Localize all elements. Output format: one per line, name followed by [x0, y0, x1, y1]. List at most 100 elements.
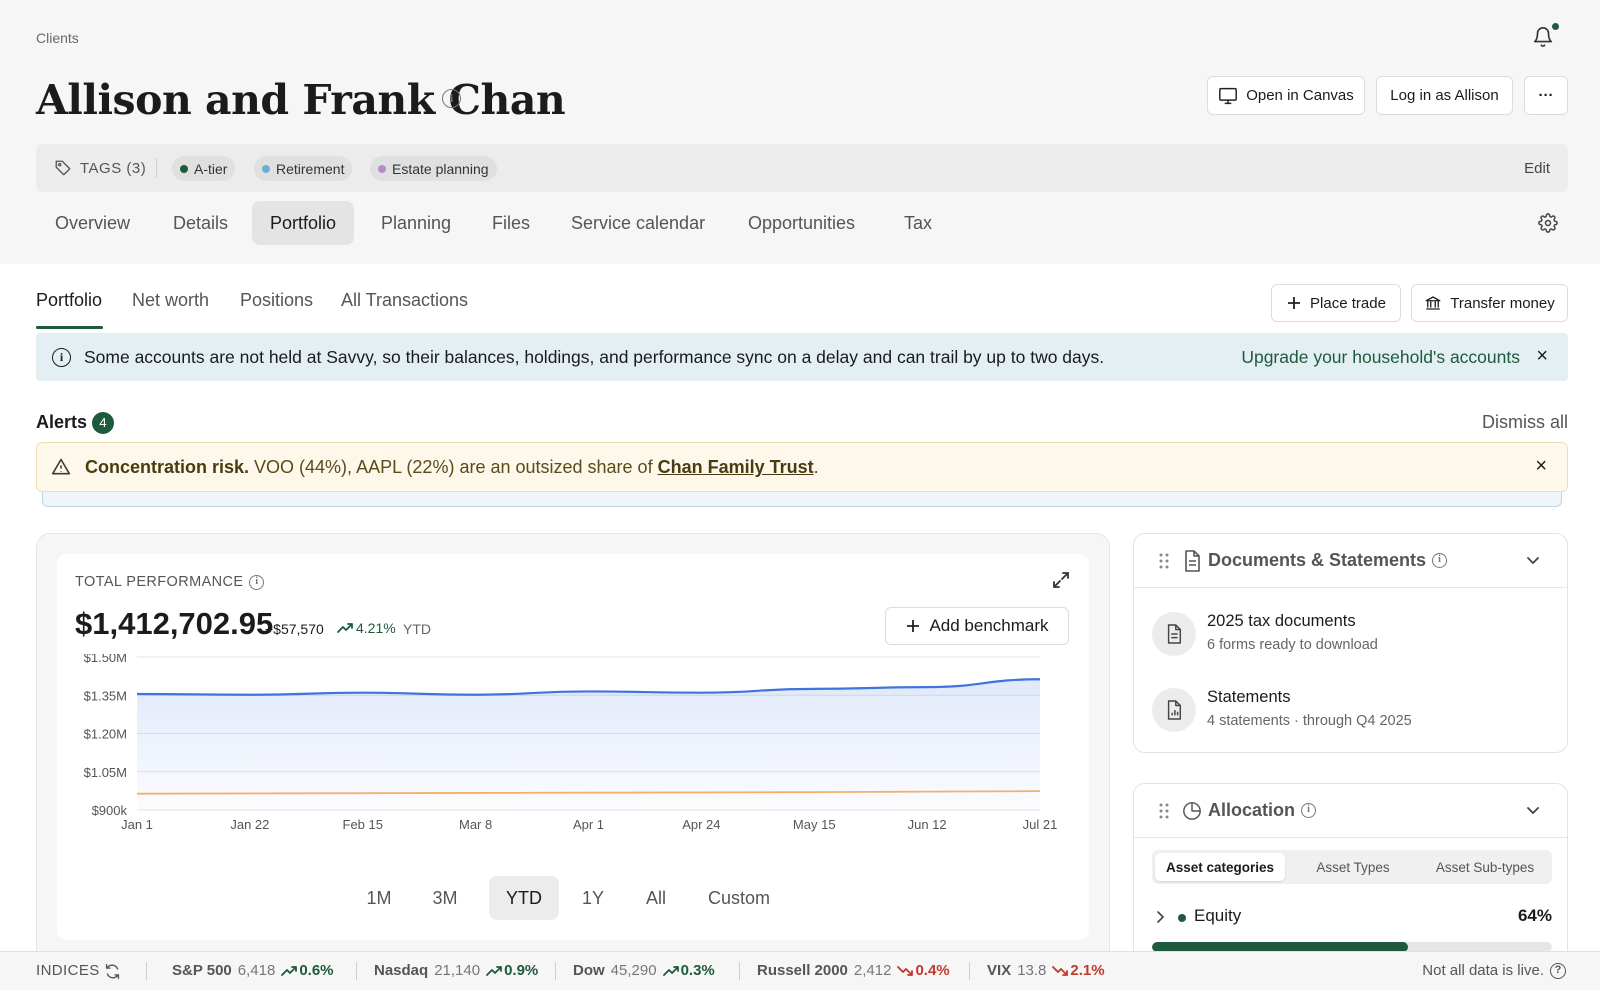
divider [969, 962, 970, 980]
tags-label: TAGS (3) [54, 159, 146, 177]
chevron-down-icon[interactable] [1525, 552, 1541, 568]
performance-card: TOTAL PERFORMANCE i $1,412,702.95 +$57,57… [57, 554, 1089, 940]
x-tick-label: Jul 21 [1023, 817, 1058, 832]
close-icon[interactable]: × [1535, 455, 1547, 478]
data-live-note: Not all data is live.? [1422, 962, 1566, 979]
monitor-icon [1219, 87, 1238, 104]
divider [156, 158, 157, 178]
info-icon[interactable]: i [249, 574, 265, 590]
document-title: Statements [1207, 688, 1291, 706]
alerts-count-badge: 4 [92, 412, 114, 434]
tab-details[interactable]: Details [155, 201, 246, 245]
range-1y[interactable]: 1Y [567, 876, 619, 920]
notification-dot [1552, 23, 1559, 30]
document-row-tax[interactable]: 2025 tax documents 6 forms ready to down… [1152, 610, 1552, 660]
tab-opportunities[interactable]: Opportunities [730, 201, 873, 245]
ticker-item: Russell 2000 2,412 0.4% [757, 962, 950, 979]
y-tick-label: $1.05M [84, 765, 127, 780]
chan-family-trust-link[interactable]: Chan Family Trust [658, 457, 814, 477]
breadcrumb[interactable]: Clients [36, 30, 79, 46]
trend-icon [486, 965, 502, 976]
change-amount: +$57,570 [265, 621, 324, 637]
documents-card-header[interactable]: Documents & Statements i [1134, 534, 1567, 588]
segment-asset-types[interactable]: Asset Types [1288, 853, 1418, 881]
info-icon[interactable]: i [1301, 803, 1317, 818]
tag-chip-estate-planning[interactable]: Estate planning [370, 156, 497, 181]
place-trade-button[interactable]: Place trade [1271, 284, 1401, 322]
subtab-portfolio[interactable]: Portfolio [36, 290, 102, 311]
trend-icon [897, 965, 914, 976]
ticker-item: VIX 13.8 2.1% [987, 962, 1105, 979]
range-1m[interactable]: 1M [353, 876, 405, 920]
allocation-title: Allocation i [1208, 800, 1317, 821]
indices-ticker: INDICES S&P 500 6,418 0.6% Nasdaq 21,140 0.9… [0, 951, 1600, 990]
total-value: $1,412,702.95 [75, 606, 274, 641]
allocation-segmented-control: Asset categories Asset Types Asset Sub-t… [1152, 850, 1552, 884]
warning-icon [51, 458, 71, 475]
allocation-row-equity[interactable]: Equity 64% [1152, 906, 1552, 930]
chevron-right-icon[interactable] [1154, 910, 1166, 924]
allocation-card-header[interactable]: Allocation i [1134, 784, 1567, 838]
period-label: YTD [403, 621, 431, 637]
range-custom[interactable]: Custom [694, 876, 784, 920]
tag-chip-retirement[interactable]: Retirement [254, 156, 353, 181]
tab-portfolio[interactable]: Portfolio [252, 201, 355, 245]
open-in-canvas-button[interactable]: Open in Canvas [1207, 76, 1365, 115]
drag-handle-icon[interactable] [1158, 552, 1170, 570]
alert-message: Concentration risk. VOO (44%), AAPL (22%… [85, 457, 819, 477]
info-icon[interactable]: i [1432, 553, 1448, 568]
bank-icon [1425, 296, 1441, 310]
plus-icon [1288, 297, 1301, 309]
tab-tax[interactable]: Tax [886, 201, 950, 245]
range-ytd[interactable]: YTD [489, 876, 559, 920]
x-tick-label: Feb 15 [343, 817, 383, 832]
expand-icon[interactable] [1051, 570, 1071, 590]
subtab-net-worth[interactable]: Net worth [132, 290, 209, 311]
refresh-icon[interactable] [104, 963, 121, 980]
subtab-positions[interactable]: Positions [240, 290, 313, 311]
tab-overview[interactable]: Overview [37, 201, 148, 245]
more-icon: ··· [1538, 87, 1554, 104]
upgrade-accounts-link[interactable]: Upgrade your household's accounts [1241, 347, 1520, 368]
transfer-money-button[interactable]: Transfer money [1411, 284, 1568, 322]
chevron-down-icon[interactable] [1525, 802, 1541, 818]
tag-chip-a-tier[interactable]: A-tier [172, 156, 236, 181]
trend-icon [281, 965, 298, 976]
subtab-all-transactions[interactable]: All Transactions [341, 290, 468, 311]
ticker-change: 0.6% [281, 962, 334, 979]
tag-dot [378, 164, 386, 173]
performance-label: TOTAL PERFORMANCE i [75, 574, 265, 590]
gear-icon[interactable] [1538, 213, 1558, 233]
document-icon [1167, 624, 1182, 644]
range-3m[interactable]: 3M [419, 876, 471, 920]
log-in-as-button[interactable]: Log in as Allison [1376, 76, 1513, 115]
category-name: Equity [1194, 906, 1242, 925]
document-icon-circle [1152, 688, 1196, 732]
bell-icon[interactable] [1532, 26, 1554, 48]
help-icon[interactable]: ? [1550, 962, 1566, 979]
x-tick-label: Jan 22 [230, 817, 269, 832]
tab-service-calendar[interactable]: Service calendar [553, 201, 723, 245]
y-tick-label: $900k [92, 803, 128, 818]
more-options-button[interactable]: ··· [1524, 76, 1568, 115]
close-icon[interactable]: × [1536, 345, 1548, 368]
info-icon: i [52, 348, 71, 367]
segment-asset-categories[interactable]: Asset categories [1155, 853, 1285, 881]
divider [555, 962, 556, 980]
info-icon[interactable]: i [442, 89, 461, 108]
dismiss-all-button[interactable]: Dismiss all [1482, 412, 1568, 433]
change-percent: 4.21% [337, 620, 396, 636]
drag-handle-icon[interactable] [1158, 802, 1170, 820]
tab-planning[interactable]: Planning [363, 201, 469, 245]
document-row-statements[interactable]: Statements 4 statements · through Q4 202… [1152, 686, 1552, 736]
trend-icon [662, 965, 679, 976]
tab-files[interactable]: Files [474, 201, 548, 245]
y-tick-label: $1.20M [84, 727, 127, 742]
y-tick-label: $1.50M [84, 654, 127, 665]
documents-title: Documents & Statements i [1208, 550, 1448, 571]
edit-tags-link[interactable]: Edit [1524, 160, 1550, 177]
add-benchmark-button[interactable]: Add benchmark [885, 607, 1069, 645]
range-all[interactable]: All [626, 876, 686, 920]
ticker-change: 0.9% [486, 962, 538, 979]
segment-asset-sub-types[interactable]: Asset Sub-types [1420, 853, 1550, 881]
